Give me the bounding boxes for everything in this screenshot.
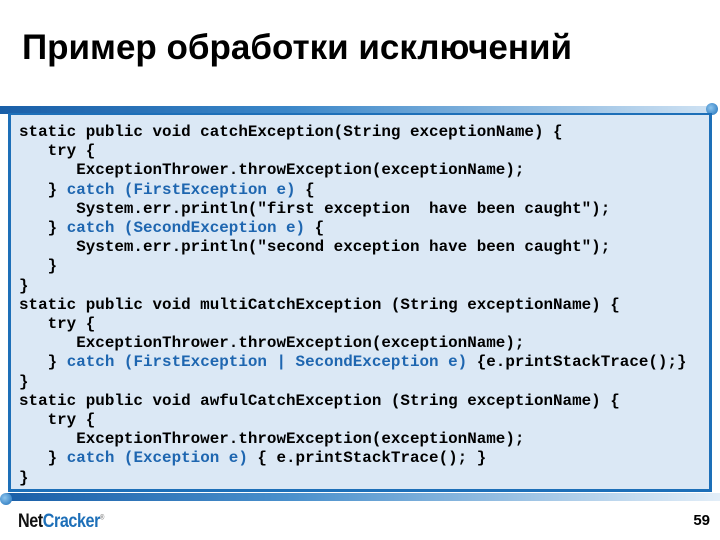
code-catch-clause: catch (SecondException e): [66, 219, 306, 238]
code-line: ExceptionThrower.throwException(exceptio…: [19, 161, 687, 180]
code-text: static public void multiCatchException (…: [19, 295, 620, 314]
netcracker-logo: NetCracker®: [18, 511, 104, 533]
code-text: }: [19, 449, 67, 468]
code-text: System.err.println("second exception hav…: [19, 238, 611, 257]
code-line: } catch (SecondException e) {: [19, 219, 687, 238]
code-line: } catch (FirstException e) {: [19, 181, 687, 200]
accent-dot: [0, 493, 12, 505]
code-text: System.err.println("first exception have…: [19, 199, 611, 218]
code-line: }: [19, 277, 687, 296]
code-line: static public void multiCatchException (…: [19, 296, 687, 315]
code-text: ExceptionThrower.throwException(exceptio…: [19, 430, 525, 449]
logo-part-net: Net: [18, 511, 43, 532]
code-line: }: [19, 257, 687, 276]
slide-title: Пример обработки исключений: [22, 28, 573, 67]
code-line: ExceptionThrower.throwException(exceptio…: [19, 430, 687, 449]
bottom-accent-bar: [6, 493, 720, 501]
code-catch-clause: catch (FirstException | SecondException …: [66, 353, 468, 372]
code-line: }: [19, 373, 687, 392]
code-listing: static public void catchException(String…: [19, 123, 687, 488]
code-text: static public void awfulCatchException (…: [19, 391, 620, 410]
code-text: }: [19, 257, 58, 276]
code-text: static public void catchException(String…: [19, 123, 563, 141]
code-line: static public void catchException(String…: [19, 123, 687, 142]
logo-part-cracker: Cracker: [42, 511, 101, 532]
code-text: }: [19, 180, 67, 199]
code-line: try {: [19, 142, 687, 161]
code-text: }: [19, 276, 29, 295]
code-text: }: [19, 372, 29, 391]
code-text: { e.printStackTrace(); }: [247, 449, 487, 468]
code-text: try {: [19, 315, 96, 334]
code-text: {: [305, 219, 325, 238]
code-line: }: [19, 469, 687, 488]
code-line: try {: [19, 411, 687, 430]
code-text: try {: [19, 142, 96, 161]
code-text: {e.printStackTrace();}: [467, 353, 687, 372]
code-line: static public void awfulCatchException (…: [19, 392, 687, 411]
code-catch-clause: catch (Exception e): [66, 449, 248, 468]
logo-registered-mark: ®: [99, 514, 104, 522]
code-text: try {: [19, 411, 96, 430]
code-text: ExceptionThrower.throwException(exceptio…: [19, 161, 525, 180]
code-text: }: [19, 353, 67, 372]
code-text: ExceptionThrower.throwException(exceptio…: [19, 334, 525, 353]
code-line: } catch (Exception e) { e.printStackTrac…: [19, 449, 687, 468]
code-text: }: [19, 468, 29, 487]
page-number: 59: [693, 512, 710, 529]
code-line: } catch (FirstException | SecondExceptio…: [19, 353, 687, 372]
code-line: try {: [19, 315, 687, 334]
code-text: }: [19, 219, 67, 238]
code-catch-clause: catch (FirstException e): [66, 180, 296, 199]
code-text: {: [295, 180, 315, 199]
code-line: System.err.println("second exception hav…: [19, 238, 687, 257]
code-block: static public void catchException(String…: [8, 113, 712, 492]
code-line: System.err.println("first exception have…: [19, 200, 687, 219]
code-line: ExceptionThrower.throwException(exceptio…: [19, 334, 687, 353]
